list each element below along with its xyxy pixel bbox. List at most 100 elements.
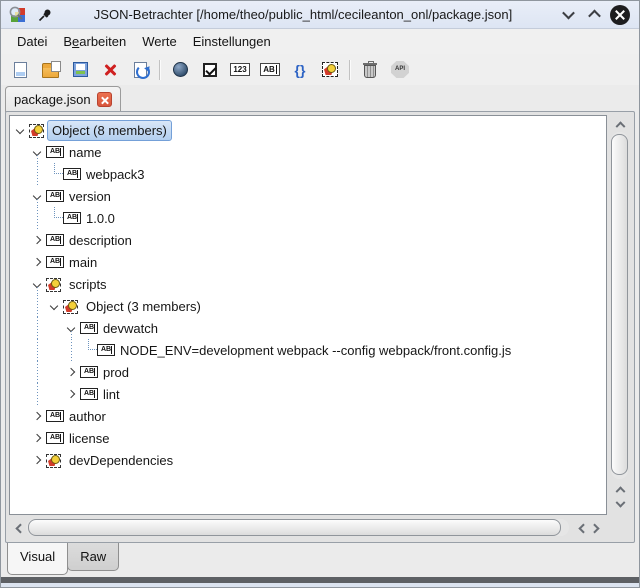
tree-row[interactable]: ABdevwatch: [10, 317, 606, 339]
scroll-right-button[interactable]: [589, 517, 606, 539]
tree-row[interactable]: ABlicense: [10, 427, 606, 449]
tree-row[interactable]: Object (3 members): [10, 295, 606, 317]
tree-guide-line: [37, 155, 38, 163]
reload-button[interactable]: [127, 57, 153, 83]
string-icon: AB: [46, 432, 64, 444]
add-number-button[interactable]: 123: [227, 57, 253, 83]
tree-row[interactable]: ABmain: [10, 251, 606, 273]
tree-row[interactable]: ABname: [10, 141, 606, 163]
tree-node-label[interactable]: scripts: [64, 274, 112, 295]
document-tab-bar: package.json: [1, 85, 639, 112]
add-object-button[interactable]: {}: [287, 57, 313, 83]
string-icon: AB: [46, 146, 64, 158]
string-icon: AB: [63, 168, 81, 180]
string-icon: AB: [46, 190, 64, 202]
tree-node-label[interactable]: lint: [98, 384, 125, 405]
new-file-button[interactable]: [7, 57, 33, 83]
expand-arrow-icon[interactable]: [33, 236, 41, 244]
tree-branch-line: [54, 163, 63, 174]
scroll-up-button-2[interactable]: [609, 480, 631, 497]
tab-close-icon[interactable]: [97, 92, 112, 107]
chevron-up-icon: [615, 486, 625, 496]
tree-row[interactable]: scripts: [10, 273, 606, 295]
collapse-arrow-icon[interactable]: [50, 302, 58, 310]
tree-row[interactable]: devDependencies: [10, 449, 606, 471]
object-icon: [322, 62, 338, 77]
collapse-arrow-icon[interactable]: [16, 126, 24, 134]
scroll-left-button-2[interactable]: [572, 517, 589, 539]
pin-icon[interactable]: [37, 7, 53, 23]
close-icon: [610, 5, 630, 25]
tab-visual[interactable]: Visual: [7, 543, 68, 575]
scroll-down-button[interactable]: [609, 497, 631, 514]
tree-guide-line: [37, 287, 38, 295]
expand-arrow-icon[interactable]: [33, 258, 41, 266]
menu-item-datei[interactable]: Datei: [9, 31, 55, 52]
tree-node-label[interactable]: prod: [98, 362, 134, 383]
menu-item-bearbeiten[interactable]: Bearbeiten: [55, 31, 134, 52]
tree-node-label[interactable]: name: [64, 142, 107, 163]
tree-row[interactable]: ABdescription: [10, 229, 606, 251]
tree-node-label[interactable]: devwatch: [98, 318, 163, 339]
horizontal-scroll-thumb[interactable]: [28, 519, 561, 536]
chevron-right-icon: [590, 523, 600, 533]
tree-guide-line: [37, 339, 38, 361]
save-button[interactable]: [67, 57, 93, 83]
add-string-button[interactable]: AB: [257, 57, 283, 83]
add-null-button[interactable]: [167, 57, 193, 83]
tree-guide-line: [71, 331, 72, 339]
tree-row[interactable]: ABNODE_ENV=development webpack --config …: [10, 339, 606, 361]
tree-node-label[interactable]: version: [64, 186, 116, 207]
tree-node-label[interactable]: license: [64, 428, 114, 449]
horizontal-scroll-track[interactable]: [26, 519, 569, 536]
expand-arrow-icon[interactable]: [33, 434, 41, 442]
string-icon: AB: [46, 256, 64, 268]
maximize-button[interactable]: [583, 4, 605, 26]
tree-node-label[interactable]: description: [64, 230, 137, 251]
menu-item-einstellungen[interactable]: Einstellungen: [185, 31, 279, 52]
tree-node-label[interactable]: devDependencies: [64, 450, 178, 471]
vertical-scroll-track[interactable]: [611, 132, 628, 479]
object-icon: [46, 278, 61, 292]
tree-row[interactable]: Object (8 members): [10, 119, 606, 141]
expand-arrow-icon[interactable]: [67, 368, 75, 376]
expand-arrow-icon[interactable]: [67, 390, 75, 398]
delete-node-button[interactable]: [357, 57, 383, 83]
minimize-button[interactable]: [557, 4, 579, 26]
vertical-scroll-thumb[interactable]: [611, 134, 628, 475]
window-bottom-highlight: [1, 583, 639, 588]
tree-node-label[interactable]: Object (8 members): [47, 120, 172, 141]
tree-row[interactable]: ABwebpack3: [10, 163, 606, 185]
close-document-button[interactable]: [97, 57, 123, 83]
tree-node-label[interactable]: author: [64, 406, 111, 427]
chevron-left-icon: [15, 523, 25, 533]
open-file-button[interactable]: [37, 57, 63, 83]
tree-node-label[interactable]: webpack3: [81, 164, 150, 185]
horizontal-scrollbar[interactable]: [9, 517, 607, 539]
tree-node-label[interactable]: main: [64, 252, 102, 273]
tree-row[interactable]: ABauthor: [10, 405, 606, 427]
menu-item-werte[interactable]: Werte: [134, 31, 184, 52]
tree-node-label[interactable]: 1.0.0: [81, 208, 120, 229]
toolbar-separator: [349, 60, 351, 80]
add-boolean-button[interactable]: [197, 57, 223, 83]
api-icon: API: [391, 61, 409, 78]
vertical-scrollbar[interactable]: [609, 115, 631, 515]
tree-row[interactable]: AB1.0.0: [10, 207, 606, 229]
tree-node-label[interactable]: NODE_ENV=development webpack --config we…: [115, 340, 516, 361]
tab-package-json[interactable]: package.json: [5, 86, 121, 112]
tree-row[interactable]: ABlint: [10, 383, 606, 405]
toolbar: 123 AB {} API: [1, 54, 639, 85]
scroll-left-button[interactable]: [9, 517, 26, 539]
scroll-up-button[interactable]: [609, 115, 631, 132]
expand-arrow-icon[interactable]: [33, 456, 41, 464]
close-button[interactable]: [609, 4, 631, 26]
tree-row[interactable]: ABversion: [10, 185, 606, 207]
tree-node-label[interactable]: Object (3 members): [81, 296, 206, 317]
add-member-button[interactable]: [317, 57, 343, 83]
tree-row[interactable]: ABprod: [10, 361, 606, 383]
tab-raw[interactable]: Raw: [67, 543, 119, 571]
window-title: JSON-Betrachter [/home/theo/public_html/…: [53, 7, 553, 22]
expand-arrow-icon[interactable]: [33, 412, 41, 420]
api-button[interactable]: API: [387, 57, 413, 83]
